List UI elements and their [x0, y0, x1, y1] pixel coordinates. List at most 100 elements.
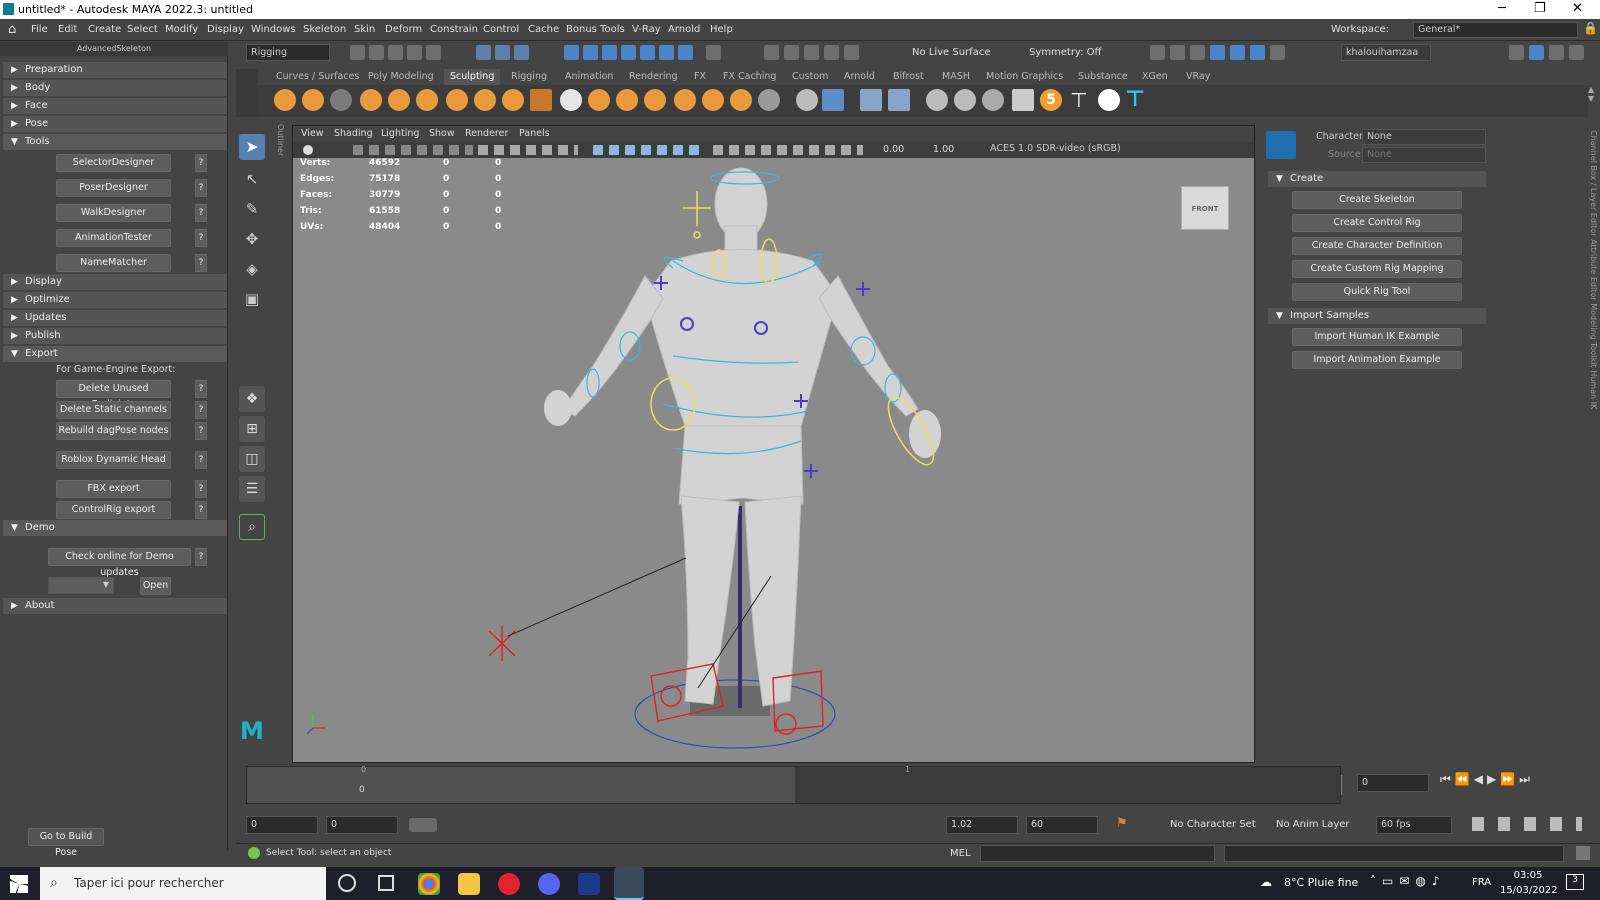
rigged-character[interactable]	[293, 126, 1255, 763]
shelf-tab-arnold[interactable]: Arnold	[844, 71, 875, 82]
shelf-tab-rendering[interactable]: Rendering	[629, 71, 678, 82]
attribute-editor-icon[interactable]	[1549, 45, 1564, 60]
mel-command-input[interactable]	[980, 845, 1215, 862]
shelf-tab-rigging[interactable]: Rigging	[511, 71, 547, 82]
shelf-tab-poly[interactable]: Poly Modeling	[368, 71, 434, 82]
history-icon[interactable]	[764, 45, 779, 60]
tool-settings-icon[interactable]	[1569, 45, 1584, 60]
ipr-icon[interactable]	[1190, 45, 1205, 60]
menu-display[interactable]: Display	[207, 24, 244, 35]
section-optimize[interactable]: ▶ Optimize	[3, 292, 227, 308]
poser-designer-button[interactable]: PoserDesigner	[56, 179, 171, 197]
shelf-tab-bifrost[interactable]: Bifrost	[893, 71, 924, 82]
viewport[interactable]: View Shading Lighting Show Renderer Pane…	[292, 125, 1255, 763]
rebuild-dagpose-button[interactable]: Rebuild dagPose nodes	[56, 422, 171, 440]
snap-edge-icon[interactable]	[659, 45, 674, 60]
shelf-tab-animation[interactable]: Animation	[565, 71, 613, 82]
rotate-tool-icon[interactable]: ◈	[239, 256, 265, 282]
help-button[interactable]: ?	[195, 154, 207, 172]
help-button[interactable]: ?	[195, 451, 207, 469]
section-body[interactable]: ▶ Body	[3, 80, 227, 96]
menu-vray[interactable]: V-Ray	[632, 24, 661, 35]
open-scene-icon[interactable]	[369, 45, 384, 60]
help-button[interactable]: ?	[195, 401, 207, 419]
section-pose[interactable]: ▶ Pose	[3, 116, 227, 132]
arnold-render-icon[interactable]	[1250, 45, 1265, 60]
menu-cache[interactable]: Cache	[528, 24, 559, 35]
menu-create[interactable]: Create	[88, 24, 121, 35]
user-account-dropdown[interactable]: khalouihamzaa	[1341, 44, 1431, 61]
chrome-icon[interactable]	[418, 873, 440, 895]
knife-tool-icon[interactable]	[644, 89, 666, 111]
wax-tool-icon[interactable]	[560, 89, 582, 111]
windows-start-icon[interactable]	[10, 875, 28, 893]
playback-options-icons[interactable]	[1472, 817, 1582, 831]
taskbar-search[interactable]: ⌕ Taper ici pour rechercher	[40, 867, 326, 900]
shelf-tab-xgen[interactable]: XGen	[1142, 71, 1168, 82]
section-face[interactable]: ▶ Face	[3, 98, 227, 114]
side-tabs[interactable]: Channel Box / Layer Editor Attribute Edi…	[1584, 130, 1598, 630]
section-export[interactable]: ▼ Export	[3, 346, 227, 362]
range-slider-handle[interactable]	[409, 818, 437, 832]
anim-start-field[interactable]: 0	[326, 816, 398, 834]
magnet-icon[interactable]	[844, 45, 859, 60]
open-button[interactable]: Open	[140, 577, 171, 595]
amplify-tool-icon[interactable]	[730, 89, 752, 111]
outliner-tab[interactable]: Outliner	[273, 124, 285, 424]
new-scene-icon[interactable]	[350, 45, 365, 60]
help-button[interactable]: ?	[195, 179, 207, 197]
walk-designer-button[interactable]: WalkDesigner	[56, 204, 171, 222]
section-demo[interactable]: ▼ Demo	[3, 520, 227, 536]
menu-skeleton[interactable]: Skeleton	[303, 24, 346, 35]
freeze-tool-icon[interactable]	[758, 89, 780, 111]
help-button[interactable]: ?	[195, 548, 207, 566]
sculpt-tool-icon[interactable]	[274, 89, 296, 111]
help-button[interactable]: ?	[195, 501, 207, 519]
redo-icon[interactable]	[426, 45, 441, 60]
undo-icon[interactable]	[407, 45, 422, 60]
convert-freeze-icon[interactable]	[796, 89, 818, 111]
two-view-icon[interactable]: ◫	[239, 446, 265, 472]
controlrig-export-button[interactable]: ControlRig export	[56, 501, 171, 519]
menu-help[interactable]: Help	[710, 24, 733, 35]
shelf-tab-fx-caching[interactable]: FX Caching	[723, 71, 776, 82]
menu-deform[interactable]: Deform	[385, 24, 422, 35]
scrape-tool-icon[interactable]	[588, 89, 610, 111]
shelf-scroll[interactable]: ▲ ▼	[1588, 85, 1600, 117]
anim-layer-dropdown[interactable]: No Anim Layer	[1276, 819, 1350, 830]
auto-key-icon[interactable]: ⚑	[1116, 816, 1128, 831]
four-view-icon[interactable]: ⊞	[239, 416, 265, 442]
flatten-tool-icon[interactable]	[416, 89, 438, 111]
shelf-tab-curves[interactable]: Curves / Surfaces	[276, 71, 359, 82]
check-demo-updates-button[interactable]: Check online for Demo updates	[48, 548, 191, 578]
search-icon[interactable]: ⌕	[239, 514, 265, 540]
lasso-tool-icon[interactable]: ↖	[239, 166, 265, 192]
demo-dropdown[interactable]: ▼	[48, 577, 114, 594]
home-icon[interactable]: ⌂	[8, 22, 16, 37]
create-character-definition-button[interactable]: Create Character Definition	[1292, 237, 1462, 255]
layers-icon[interactable]	[982, 89, 1004, 111]
help-button[interactable]: ?	[195, 254, 207, 272]
menu-edit[interactable]: Edit	[58, 24, 77, 35]
pose-space-icon[interactable]	[888, 89, 910, 111]
symmetry-label[interactable]: Symmetry: Off	[1029, 47, 1101, 58]
start-time-field[interactable]: 0	[246, 816, 318, 834]
select-object-icon[interactable]	[495, 45, 510, 60]
menu-windows[interactable]: Windows	[251, 24, 296, 35]
pause-render-icon[interactable]	[1270, 45, 1285, 60]
shelf-options[interactable]	[236, 69, 258, 117]
source-dropdown[interactable]: None	[1362, 147, 1486, 163]
menu-arnold[interactable]: Arnold	[668, 24, 700, 35]
human-ik-icon[interactable]: ⊤	[1124, 89, 1146, 111]
menu-control[interactable]: Control	[483, 24, 519, 35]
help-button[interactable]: ?	[195, 229, 207, 247]
menu-modify[interactable]: Modify	[165, 24, 198, 35]
sculpt-grid-icon[interactable]	[822, 89, 844, 111]
pinch-tool-icon[interactable]	[388, 89, 410, 111]
live-surface-label[interactable]: No Live Surface	[912, 47, 990, 58]
create-section[interactable]: ▼ Create	[1268, 171, 1486, 187]
move-tool-icon[interactable]: ✥	[239, 226, 265, 252]
help-button[interactable]: ?	[195, 480, 207, 498]
imprint-tool-icon[interactable]	[530, 89, 552, 111]
menu-skin[interactable]: Skin	[354, 24, 375, 35]
